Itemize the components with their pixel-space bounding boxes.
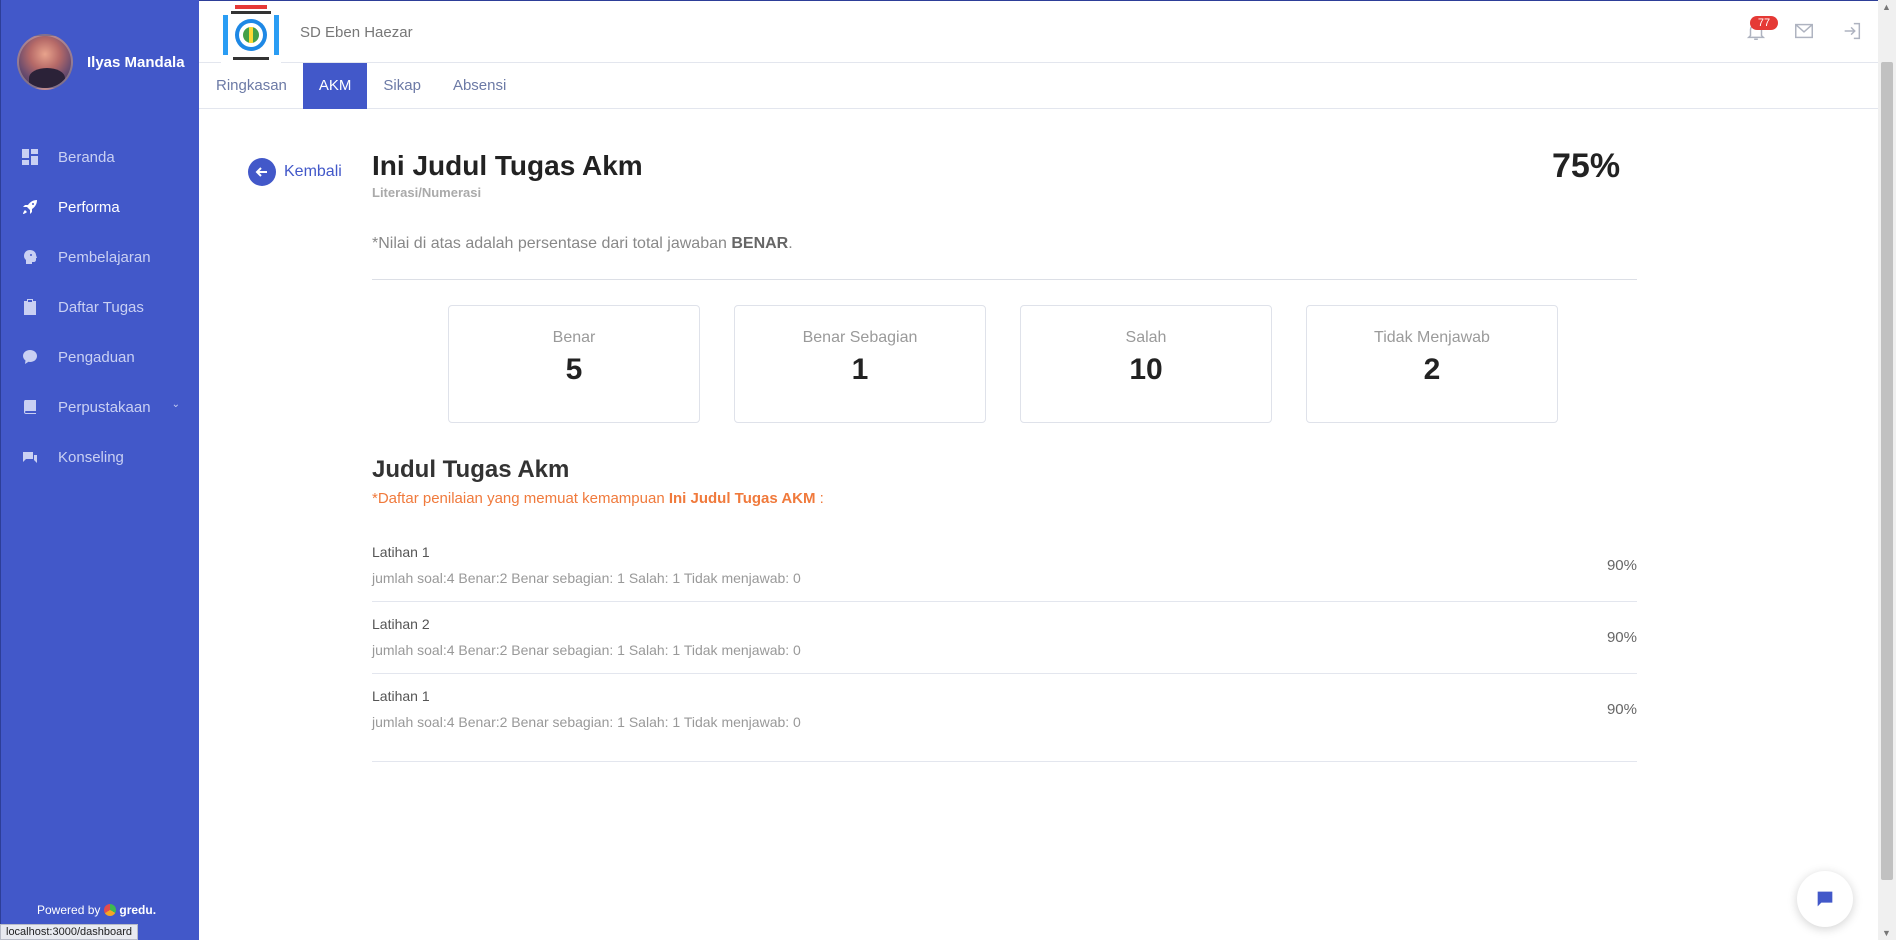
back-button[interactable]: Kembali xyxy=(248,158,342,186)
latihan-detail: jumlah soal:4 Benar:2 Benar sebagian: 1 … xyxy=(372,570,801,586)
note-prefix: *Nilai di atas adalah persentase dari to… xyxy=(372,235,732,252)
latihan-name: Latihan 2 xyxy=(372,616,430,632)
mail-button[interactable] xyxy=(1792,19,1816,43)
status-bar-url: localhost:3000/dashboard xyxy=(0,924,138,940)
sidebar-item-pembelajaran[interactable]: Pembelajaran xyxy=(1,232,200,282)
list-item[interactable]: Latihan 1 jumlah soal:4 Benar:2 Benar se… xyxy=(372,530,1637,602)
sidebar-item-label: Beranda xyxy=(58,148,115,166)
topbar: SD Eben Haezar 77 xyxy=(199,0,1878,63)
score-percentage: 75% xyxy=(1552,147,1621,185)
sidebar-item-daftar-tugas[interactable]: Daftar Tugas xyxy=(1,282,200,332)
sidebar-item-label: Konseling xyxy=(58,448,124,466)
powered-by: Powered by gredu. xyxy=(37,903,156,917)
school-logo xyxy=(221,3,281,63)
latihan-percent: 90% xyxy=(1606,629,1637,646)
tab-absensi[interactable]: Absensi xyxy=(437,63,522,109)
scrollbar-thumb[interactable] xyxy=(1881,62,1893,880)
powered-label: Powered by xyxy=(37,903,101,917)
sidebar-item-performa[interactable]: Performa xyxy=(1,182,200,232)
school-name: SD Eben Haezar xyxy=(300,24,413,41)
sidebar-item-label: Pengaduan xyxy=(58,348,135,366)
sidebar-item-konseling[interactable]: Konseling xyxy=(1,432,200,482)
section-desc-prefix: *Daftar penilaian yang memuat kemampuan xyxy=(372,490,669,507)
stat-card-tidak-menjawab: Tidak Menjawab 2 xyxy=(1306,305,1558,423)
latihan-detail: jumlah soal:4 Benar:2 Benar sebagian: 1 … xyxy=(372,642,801,658)
stat-value: 2 xyxy=(1423,353,1441,386)
chat-icon xyxy=(1817,891,1833,907)
stat-card-benar: Benar 5 xyxy=(448,305,700,423)
sidebar-item-pengaduan[interactable]: Pengaduan xyxy=(1,332,200,382)
latihan-name: Latihan 1 xyxy=(372,544,430,560)
latihan-percent: 90% xyxy=(1606,557,1637,574)
stat-card-benar-sebagian: Benar Sebagian 1 xyxy=(734,305,986,423)
sidebar-item-label: Perpustakaan xyxy=(58,398,151,416)
sidebar-item-beranda[interactable]: Beranda xyxy=(1,132,200,182)
sidebar-nav: Beranda Performa Pembelajaran Daftar Tug… xyxy=(1,132,200,482)
mail-icon xyxy=(1795,23,1813,39)
list-item[interactable]: Latihan 1 jumlah soal:4 Benar:2 Benar se… xyxy=(372,674,1637,762)
scroll-up-icon[interactable]: ▲ xyxy=(1882,2,1891,12)
top-actions: 77 xyxy=(1720,16,1864,43)
page-scrollbar[interactable]: ▲ ▼ xyxy=(1878,0,1896,940)
book-icon xyxy=(21,398,39,416)
stat-card-salah: Salah 10 xyxy=(1020,305,1272,423)
stat-value: 10 xyxy=(1129,353,1163,386)
back-label: Kembali xyxy=(284,163,342,180)
section-title: Judul Tugas Akm xyxy=(372,456,570,483)
dashboard-icon xyxy=(21,148,39,166)
stat-label: Salah xyxy=(1125,329,1167,346)
notification-button[interactable]: 77 xyxy=(1744,16,1778,43)
avatar[interactable] xyxy=(17,34,73,90)
stat-value: 1 xyxy=(851,353,869,386)
stat-label: Benar Sebagian xyxy=(802,329,918,346)
brain-icon xyxy=(21,248,39,266)
user-name: Ilyas Mandala xyxy=(87,53,185,71)
scroll-down-icon[interactable]: ▼ xyxy=(1882,928,1891,938)
sidebar-item-label: Daftar Tugas xyxy=(58,298,144,316)
sidebar: Ilyas Mandala Beranda Performa Pembelaja… xyxy=(0,0,199,940)
stat-label: Tidak Menjawab xyxy=(1374,329,1490,346)
list-item[interactable]: Latihan 2 jumlah soal:4 Benar:2 Benar se… xyxy=(372,602,1637,674)
note-highlight: BENAR xyxy=(731,235,789,252)
sidebar-item-label: Performa xyxy=(58,198,120,216)
page-subtitle: Literasi/Numerasi xyxy=(372,185,482,200)
divider xyxy=(372,279,1637,280)
gredu-logo-icon xyxy=(104,904,117,916)
sidebar-item-label: Pembelajaran xyxy=(58,248,151,266)
stats-row: Benar 5 Benar Sebagian 1 Salah 10 Tidak … xyxy=(448,305,1558,423)
score-note: *Nilai di atas adalah persentase dari to… xyxy=(372,235,793,253)
tab-akm[interactable]: AKM xyxy=(302,63,368,109)
tab-ringkasan[interactable]: Ringkasan xyxy=(200,63,303,109)
stat-value: 5 xyxy=(565,353,583,386)
logout-icon xyxy=(1844,22,1861,40)
arrow-left-icon xyxy=(248,158,276,186)
notification-badge: 77 xyxy=(1750,16,1778,30)
chat-button[interactable] xyxy=(1797,871,1853,927)
section-desc-highlight: Ini Judul Tugas AKM xyxy=(668,490,816,507)
chevron-down-icon[interactable]: ⌄ xyxy=(172,399,180,410)
message-icon xyxy=(21,448,39,466)
latihan-percent: 90% xyxy=(1606,701,1637,718)
sidebar-item-perpustakaan[interactable]: Perpustakaan ⌄ xyxy=(1,382,200,432)
logout-button[interactable] xyxy=(1840,19,1864,43)
latihan-list: Latihan 1 jumlah soal:4 Benar:2 Benar se… xyxy=(372,530,1637,762)
note-suffix: . xyxy=(788,235,793,252)
powered-brand: gredu. xyxy=(119,903,157,917)
section-desc-suffix: : xyxy=(815,490,824,507)
section-description: *Daftar penilaian yang memuat kemampuan … xyxy=(372,490,824,507)
tab-sikap[interactable]: Sikap xyxy=(367,63,437,109)
rocket-icon xyxy=(21,198,39,216)
stat-label: Benar xyxy=(552,329,596,346)
latihan-name: Latihan 1 xyxy=(372,688,430,704)
page-title: Ini Judul Tugas Akm xyxy=(372,150,643,181)
latihan-detail: jumlah soal:4 Benar:2 Benar sebagian: 1 … xyxy=(372,714,801,730)
tab-bar: Ringkasan AKM Sikap Absensi xyxy=(199,63,1878,109)
chat-bubble-icon xyxy=(21,348,39,366)
clipboard-icon xyxy=(21,298,39,316)
user-profile[interactable]: Ilyas Mandala xyxy=(17,34,185,90)
